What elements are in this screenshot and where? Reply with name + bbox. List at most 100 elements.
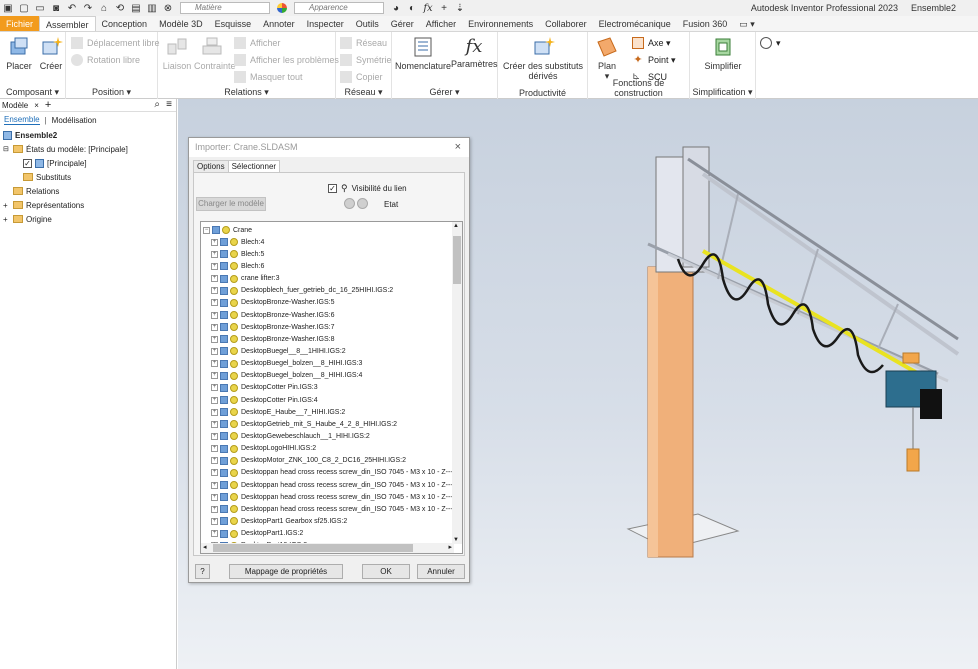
help-button[interactable]: ?	[195, 564, 210, 579]
close-icon[interactable]: ×	[455, 138, 461, 157]
tree-item[interactable]: + DesktopGewebeschlauch__1_HIHI.IGS:2	[203, 430, 453, 442]
visibility-checkbox[interactable]: ✓	[328, 184, 337, 193]
placer-button[interactable]: Placer	[4, 36, 34, 71]
expand-icon[interactable]: +	[211, 420, 218, 428]
browser-item-representations[interactable]: + Représentations	[0, 198, 176, 212]
panel-title-relations[interactable]: Relations ▾	[158, 87, 335, 98]
tab-annoter[interactable]: Annoter	[257, 16, 301, 31]
axe-button[interactable]: Axe ▾	[632, 37, 671, 49]
menu-icon[interactable]: ≡	[166, 99, 172, 110]
expand-icon[interactable]: +	[211, 347, 218, 355]
expand-icon[interactable]: +	[211, 408, 218, 416]
plan-button[interactable]: Plan ▾	[592, 36, 622, 82]
expand-icon[interactable]: +	[211, 335, 218, 343]
clear-appearance-icon[interactable]: ◕	[390, 2, 402, 14]
cancel-material-icon[interactable]: ⊗	[162, 2, 174, 14]
select-icon[interactable]: ▤	[130, 2, 142, 14]
collapse-icon[interactable]: ⊟	[3, 145, 11, 153]
afficher-button[interactable]: Afficher	[234, 37, 280, 49]
tab-inspecter[interactable]: Inspecter	[301, 16, 350, 31]
tree-item[interactable]: + DesktopBuegel__8__1HIHI.IGS:2	[203, 345, 453, 357]
tree-item[interactable]: + Desktoppan head cross recess screw_din_…	[203, 491, 458, 503]
tab-collaborer[interactable]: Collaborer	[539, 16, 593, 31]
tree-item[interactable]: + Desktoppan head cross recess screw_din_…	[203, 479, 458, 491]
expand-icon[interactable]: +	[3, 201, 11, 210]
tree-item[interactable]: + DesktopBronze-Washer.IGS:7	[203, 321, 453, 333]
ok-button[interactable]: OK	[362, 564, 410, 579]
appearance-dropdown[interactable]: Apparence	[294, 2, 384, 14]
fx-icon[interactable]: fx	[422, 2, 434, 14]
mapping-button[interactable]: Mappage de propriétés	[229, 564, 343, 579]
expand-icon[interactable]: +	[211, 530, 218, 538]
tab-esquisse[interactable]: Esquisse	[209, 16, 258, 31]
simplifier-button[interactable]: Simplifier	[694, 36, 752, 71]
save-icon[interactable]: ◙	[50, 2, 62, 14]
expand-icon[interactable]: +	[211, 311, 218, 319]
tab-assembler[interactable]: Assembler	[39, 16, 96, 31]
tab-afficher[interactable]: Afficher	[420, 16, 462, 31]
panel-title-productivite[interactable]: Productivité	[498, 88, 587, 98]
scroll-right-icon[interactable]: ▸	[448, 543, 452, 551]
tree-item[interactable]: + Blech:4	[203, 236, 453, 248]
expand-icon[interactable]: +	[211, 432, 218, 440]
undo-icon[interactable]: ↶	[66, 2, 78, 14]
afficher-problemes-button[interactable]: Afficher les problèmes	[234, 54, 339, 66]
tab-outils[interactable]: Outils	[350, 16, 385, 31]
cancel-button[interactable]: Annuler	[417, 564, 465, 579]
add-icon[interactable]: +	[438, 2, 450, 14]
tree-root-row[interactable]: − Crane	[203, 224, 453, 236]
parametres-button[interactable]: fx Paramètres	[451, 36, 498, 69]
tab-fichier[interactable]: Fichier	[0, 16, 40, 31]
expand-icon[interactable]: +	[211, 469, 218, 477]
tree-item[interactable]: + DesktopBronze-Washer.IGS:8	[203, 333, 453, 345]
expand-icon[interactable]: +	[211, 323, 218, 331]
material-dropdown[interactable]: Matière	[180, 2, 270, 14]
tree-item[interactable]: + DesktopPart1.IGS:2	[203, 528, 453, 540]
browser-item-substituts[interactable]: Substituts	[0, 170, 176, 184]
tree-item[interactable]: + DesktopE_Haube__7_HIHI.IGS:2	[203, 406, 453, 418]
tree-item[interactable]: + DesktopBuegel_bolzen__8_HIHI.IGS:3	[203, 358, 453, 370]
tree-item[interactable]: + Blech:6	[203, 260, 453, 272]
tab-gerer[interactable]: Gérer	[385, 16, 420, 31]
expand-icon[interactable]: +	[211, 372, 218, 380]
ribbon-options-icon[interactable]: ▭ ▾	[733, 16, 761, 31]
expand-icon[interactable]: +	[211, 262, 218, 270]
tree-item[interactable]: + DesktopCotter Pin.IGS:4	[203, 394, 453, 406]
creer-button[interactable]: Créer	[36, 36, 66, 71]
browser-item-origine[interactable]: + Origine	[0, 212, 176, 226]
tree-item[interactable]: + DesktopBuegel_bolzen__8_HIHI.IGS:4	[203, 370, 453, 382]
tab-fusion-360[interactable]: Fusion 360	[677, 16, 734, 31]
vertical-scroll-thumb[interactable]	[453, 236, 461, 284]
tree-horizontal-scrollbar[interactable]: ◂ ▸	[201, 543, 454, 553]
rotation-libre-button[interactable]: Rotation libre	[71, 54, 140, 66]
point-button[interactable]: ✦ Point ▾	[632, 54, 675, 66]
expand-icon[interactable]: +	[3, 215, 11, 224]
subtab-modelisation[interactable]: Modélisation	[52, 116, 97, 125]
browser-root[interactable]: Ensemble2	[0, 128, 176, 142]
expand-icon[interactable]: +	[211, 238, 218, 246]
state-circle-icon[interactable]	[344, 198, 355, 209]
measure-icon[interactable]: ▥	[146, 2, 158, 14]
panel-title-fonctions-construction[interactable]: Fonctions de construction	[588, 78, 689, 98]
tab-electromecanique[interactable]: Electromécanique	[593, 16, 677, 31]
appearance-icon[interactable]	[276, 2, 288, 14]
open-icon[interactable]: ▭	[34, 2, 46, 14]
panel-title-reseau[interactable]: Réseau ▾	[336, 87, 391, 98]
tree-item[interactable]: + DesktopMotor_ZNK_100_C8_2_DC16_25HIHI.I…	[203, 455, 453, 467]
panel-title-simplification[interactable]: Simplification ▾	[690, 87, 755, 98]
tree-item[interactable]: + Desktoppan head cross recess screw_din_…	[203, 467, 458, 479]
expand-icon[interactable]: +	[211, 493, 218, 501]
expand-icon[interactable]: +	[211, 445, 218, 453]
symetrie-button[interactable]: Symétrie	[340, 54, 392, 66]
scroll-up-icon[interactable]: ▲	[453, 223, 459, 229]
tree-item[interactable]: + DesktopGetrieb_mit_S_Haube_4_2_8_HIHI.I…	[203, 418, 453, 430]
expand-icon[interactable]: +	[211, 287, 218, 295]
tree-item[interactable]: + DesktopBronze-Washer.IGS:5	[203, 297, 453, 309]
tree-item[interactable]: + DesktopLogoHIHI.IGS:2	[203, 443, 453, 455]
quick-access-more-icon[interactable]: ⇣	[454, 2, 466, 14]
adjust-icon[interactable]: ◐	[406, 2, 418, 14]
masquer-tout-button[interactable]: Masquer tout	[234, 71, 303, 83]
expand-icon[interactable]: +	[211, 457, 218, 465]
expand-icon[interactable]: +	[211, 275, 218, 283]
browser-tab-modele[interactable]: Modèle	[2, 101, 28, 110]
